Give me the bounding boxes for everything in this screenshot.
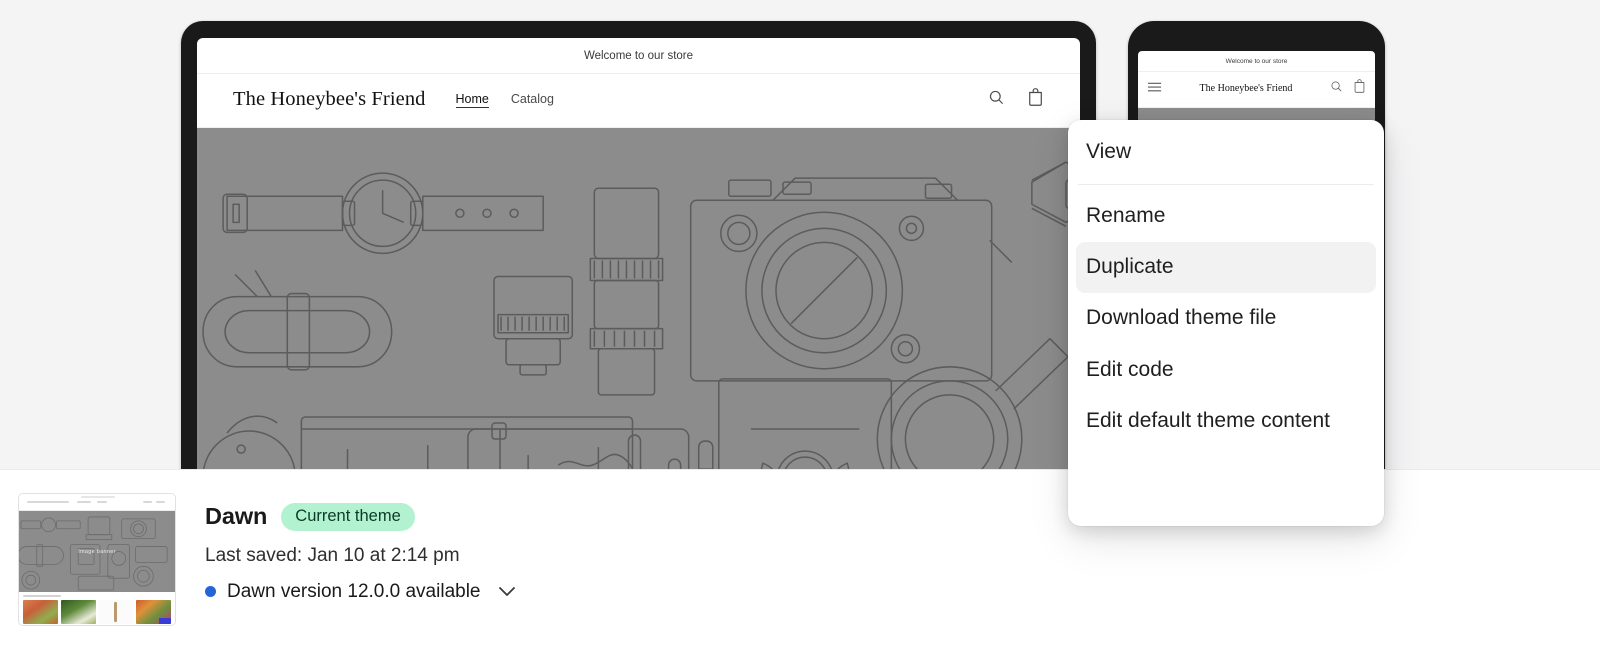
thumbnail-product-1 <box>23 600 58 624</box>
theme-name: Dawn <box>205 503 267 530</box>
menu-separator <box>1078 184 1374 185</box>
menu-icon[interactable] <box>1147 80 1162 98</box>
chevron-down-icon[interactable] <box>498 586 516 597</box>
storefront-nav-catalog[interactable]: Catalog <box>511 92 554 108</box>
menu-item-rename[interactable]: Rename <box>1076 191 1376 242</box>
menu-item-download-theme-file[interactable]: Download theme file <box>1076 293 1376 344</box>
theme-thumbnail-header <box>19 494 175 511</box>
mobile-storefront-brand: The Honeybee's Friend <box>1168 83 1324 95</box>
search-icon[interactable] <box>988 89 1005 111</box>
desktop-preview-frame[interactable]: Welcome to our store The Honeybee's Frie… <box>181 21 1096 470</box>
thumbnail-product-2 <box>61 600 96 624</box>
thumbnail-product-4 <box>136 600 171 624</box>
storefront-nav: Home Catalog <box>456 92 554 108</box>
theme-version-row[interactable]: Dawn version 12.0.0 available <box>205 581 516 603</box>
cart-icon[interactable] <box>1353 79 1366 98</box>
storefront-hero-illustration <box>197 128 1080 470</box>
theme-title-row: Dawn Current theme <box>205 503 516 531</box>
storefront-header-actions <box>988 88 1044 111</box>
theme-thumbnail-products <box>19 592 175 626</box>
status-badge: Current theme <box>281 503 414 531</box>
storefront-announcement-bar: Welcome to our store <box>197 38 1080 74</box>
storefront-nav-home[interactable]: Home <box>456 92 489 108</box>
storefront-brand: The Honeybee's Friend <box>233 88 426 111</box>
thumbnail-product-3 <box>99 600 134 624</box>
mobile-storefront-header-actions <box>1330 79 1366 98</box>
storefront-header: The Honeybee's Friend Home Catalog <box>197 74 1080 128</box>
menu-item-edit-code[interactable]: Edit code <box>1076 345 1376 396</box>
theme-actions-menu: View Rename Duplicate Download theme fil… <box>1068 120 1384 526</box>
theme-manager-screen: Welcome to our store The Honeybee's Frie… <box>0 0 1600 662</box>
theme-last-saved: Last saved: Jan 10 at 2:14 pm <box>205 545 516 567</box>
desktop-preview-screen: Welcome to our store The Honeybee's Frie… <box>197 38 1080 470</box>
cart-icon[interactable] <box>1027 88 1044 111</box>
theme-thumbnail-hero-label: Image banner <box>19 549 175 555</box>
mobile-storefront-header: The Honeybee's Friend <box>1138 72 1375 108</box>
menu-item-edit-default-theme-content[interactable]: Edit default theme content <box>1076 396 1376 447</box>
menu-item-duplicate[interactable]: Duplicate <box>1076 242 1376 293</box>
mobile-storefront-announcement-bar: Welcome to our store <box>1138 51 1375 72</box>
search-icon[interactable] <box>1330 80 1343 98</box>
update-available-dot <box>205 586 216 597</box>
theme-thumbnail[interactable]: Image banner <box>18 493 176 626</box>
menu-item-view[interactable]: View <box>1076 127 1376 178</box>
theme-thumbnail-hero: Image banner <box>19 511 175 592</box>
theme-version-notice: Dawn version 12.0.0 available <box>227 581 481 603</box>
theme-details: Dawn Current theme Last saved: Jan 10 at… <box>205 503 516 603</box>
